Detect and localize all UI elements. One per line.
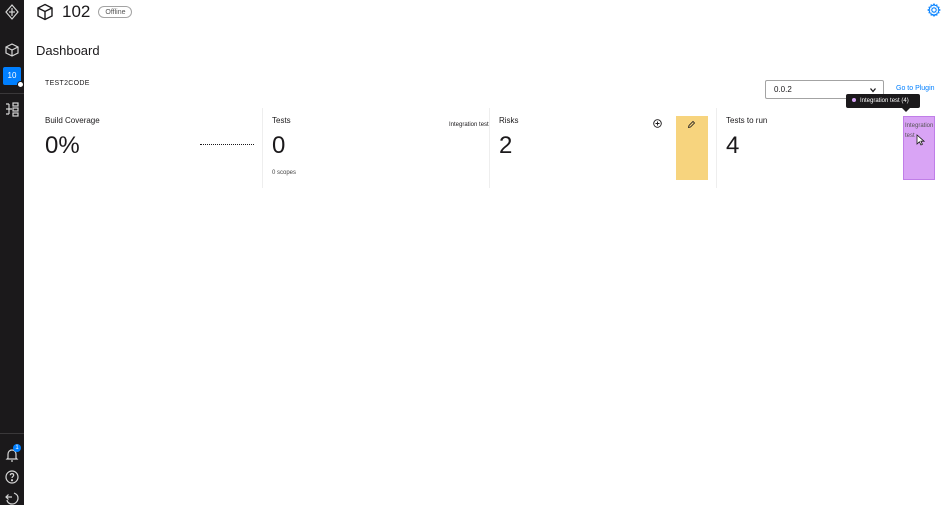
card-label: Tests to run	[726, 116, 768, 125]
sidebar-agent-item[interactable]: 10	[3, 67, 24, 88]
go-to-plugin-link[interactable]: Go to Plugin	[896, 85, 935, 92]
card-label: Tests	[272, 116, 291, 125]
coverage-trend-line	[200, 144, 254, 145]
add-icon[interactable]	[653, 119, 662, 128]
card-value: 2	[499, 132, 513, 159]
notification-badge: 1	[13, 444, 21, 452]
help-icon[interactable]	[4, 469, 20, 485]
build-coverage-card[interactable]: Build Coverage 0%	[36, 108, 262, 188]
chevron-down-icon	[869, 86, 877, 94]
status-badge: Offline	[98, 6, 133, 18]
build-version-value: 0.0.2	[774, 85, 792, 94]
sidebar: 10 1	[0, 0, 24, 505]
cube-icon[interactable]	[4, 42, 20, 58]
card-value: 4	[726, 132, 740, 159]
pencil-icon	[687, 120, 696, 129]
integration-test-bar[interactable]: Integration test	[903, 116, 935, 180]
logo-icon[interactable]	[4, 4, 20, 20]
settings-icon[interactable]	[927, 3, 941, 17]
agent-title: 102	[62, 2, 91, 21]
card-label: Build Coverage	[45, 116, 100, 125]
card-label: Risks	[499, 116, 519, 125]
page-title: Dashboard	[36, 43, 100, 58]
agent-header: 102 Offline	[36, 0, 133, 24]
plugins-icon[interactable]	[4, 101, 20, 117]
agent-badge-label: 10	[7, 71, 17, 80]
legend-dot	[852, 98, 856, 103]
cube-icon	[36, 3, 54, 21]
card-value: 0	[272, 132, 286, 159]
card-subtitle: 0 scopes	[272, 170, 297, 176]
risks-bar[interactable]	[676, 116, 708, 180]
tooltip-text: Integration test (4)	[860, 98, 909, 104]
plugin-section-title: TEST2CODE	[45, 80, 90, 87]
test-type-legend: Integration test	[449, 122, 489, 128]
agent-status-indicator	[17, 81, 24, 88]
bar-tooltip: Integration test (4)	[846, 94, 920, 112]
card-value: 0%	[45, 132, 80, 159]
sidebar-divider	[0, 433, 24, 434]
logout-icon[interactable]	[4, 490, 20, 506]
cursor-icon	[916, 134, 925, 146]
sidebar-divider	[0, 93, 24, 94]
